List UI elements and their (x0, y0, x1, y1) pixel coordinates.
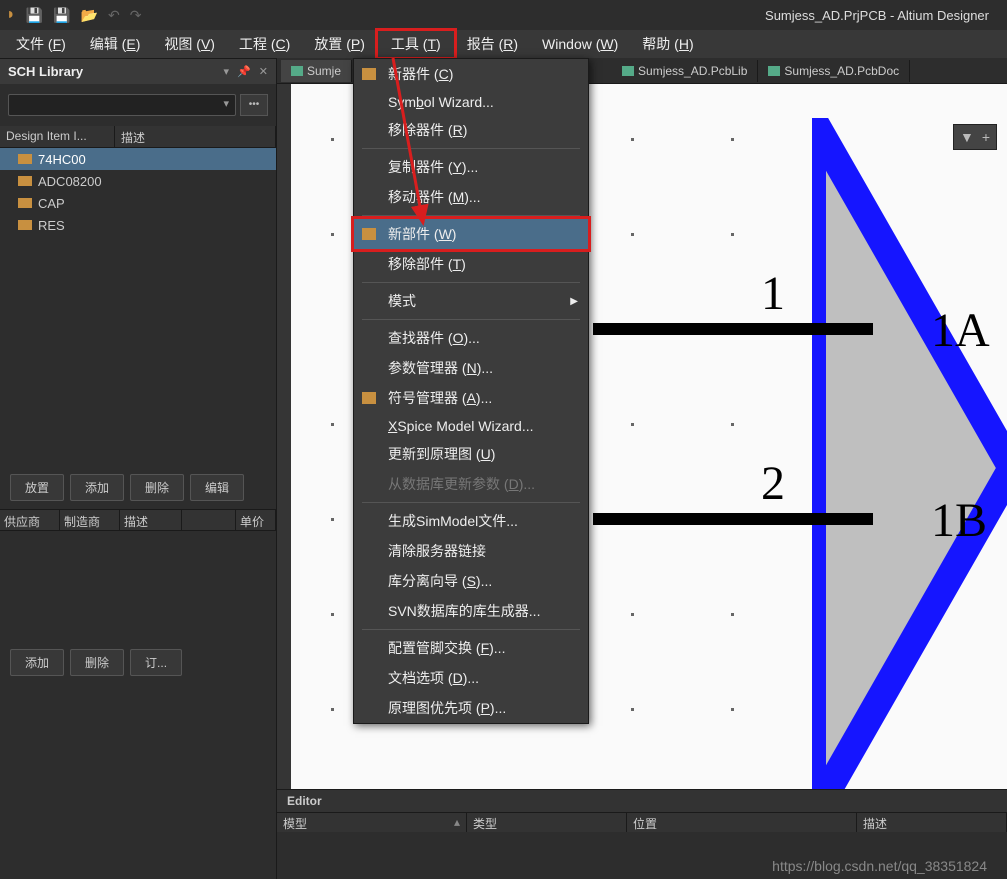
add2-button[interactable]: 添加 (10, 649, 64, 676)
panel-title: SCH Library (8, 64, 83, 79)
list-item[interactable]: RES (0, 214, 276, 236)
tools-dropdown: 新器件 (C) Symbol Wizard... 移除器件 (R) 复制器件 (… (353, 58, 589, 724)
list-item[interactable]: CAP (0, 192, 276, 214)
schlib-icon (291, 66, 303, 76)
sch-library-panel: SCH Library ▾ 📌 ✕ ••• Design Item I... 描… (0, 58, 277, 879)
menu-mode[interactable]: 模式▶ (354, 286, 588, 316)
col-location[interactable]: 位置 (627, 813, 857, 832)
add-button[interactable]: 添加 (70, 474, 124, 501)
order-button[interactable]: 订... (130, 649, 182, 676)
list-item[interactable]: ADC08200 (0, 170, 276, 192)
menubar: 文件 (F) 编辑 (E) 视图 (V) 工程 (C) 放置 (P) 工具 (T… (0, 30, 1007, 58)
menu-pin-swap[interactable]: 配置管脚交换 (F)... (354, 633, 588, 663)
delete2-button[interactable]: 删除 (70, 649, 124, 676)
pin-2-label: 1B (931, 493, 987, 548)
pin-1-number: 1 (761, 266, 785, 321)
component-icon (18, 198, 32, 208)
menu-doc-options[interactable]: 文档选项 (D)... (354, 663, 588, 693)
altium-logo-icon: ◗ (6, 6, 16, 24)
pin-1-line (593, 323, 873, 335)
menu-new-component[interactable]: 新器件 (C) (354, 59, 588, 89)
close-icon[interactable]: ✕ (259, 65, 268, 78)
menu-param-manager[interactable]: 参数管理器 (N)... (354, 353, 588, 383)
tab-pcbdoc[interactable]: Sumjess_AD.PcbDoc (758, 60, 910, 82)
component-icon (362, 68, 376, 80)
menu-clear-server[interactable]: 清除服务器链接 (354, 536, 588, 566)
col-desc[interactable]: 描述 (857, 813, 1007, 832)
gate-shape (812, 118, 1007, 789)
window-title: Sumjess_AD.PrjPCB - Altium Designer (765, 8, 999, 23)
pcbdoc-icon (768, 66, 780, 76)
redo-icon[interactable]: ↷ (130, 7, 142, 24)
pin-2-line (593, 513, 873, 525)
menu-sch-prefs[interactable]: 原理图优先项 (P)... (354, 693, 588, 723)
col-model[interactable]: 模型 ▴ (277, 813, 467, 832)
menu-tools[interactable]: 工具 (T) (377, 30, 455, 58)
editor-title: Editor (277, 790, 1007, 812)
undo-icon[interactable]: ↶ (108, 7, 120, 24)
pin-1-label: 1A (931, 303, 990, 358)
menu-new-part[interactable]: 新部件 (W) (354, 219, 588, 249)
place-button[interactable]: 放置 (10, 474, 64, 501)
menu-lib-split[interactable]: 库分离向导 (S)... (354, 566, 588, 596)
menu-symbol-wizard[interactable]: Symbol Wizard... (354, 89, 588, 115)
menu-edit[interactable]: 编辑 (E) (78, 30, 153, 58)
pcblib-icon (622, 66, 634, 76)
menu-view[interactable]: 视图 (V) (152, 30, 227, 58)
watermark: https://blog.csdn.net/qq_38351824 (772, 858, 987, 874)
save-all-icon[interactable]: 💾 (53, 7, 70, 24)
col-description[interactable]: 描述 (115, 126, 276, 147)
col-blank[interactable] (182, 510, 236, 530)
list-item[interactable]: 74HC00 (0, 148, 276, 170)
menu-move-component[interactable]: 移动器件 (M)... (354, 182, 588, 212)
pin-icon[interactable]: 📌 (237, 65, 251, 78)
panel-header: SCH Library ▾ 📌 ✕ (0, 58, 276, 84)
col-supplier[interactable]: 供应商 (0, 510, 60, 530)
tab-schlib[interactable]: Sumje (281, 60, 352, 82)
col-type[interactable]: 类型 (467, 813, 627, 832)
folder-icon (362, 392, 376, 404)
component-icon (18, 220, 32, 230)
menu-help[interactable]: 帮助 (H) (630, 30, 705, 58)
menu-place[interactable]: 放置 (P) (302, 30, 377, 58)
menu-project[interactable]: 工程 (C) (227, 30, 302, 58)
menu-window[interactable]: Window (W) (530, 32, 630, 56)
open-icon[interactable]: 📂 (81, 7, 98, 24)
supplier-grid-header: 供应商 制造商 描述 单价 (0, 509, 276, 531)
menu-find-component[interactable]: 查找器件 (O)... (354, 323, 588, 353)
filter-button[interactable]: ••• (240, 94, 268, 116)
pin-2-number: 2 (761, 456, 785, 511)
menu-xspice[interactable]: XSpice Model Wizard... (354, 413, 588, 439)
component-list: 74HC00 ADC08200 CAP RES (0, 148, 276, 236)
filter-combo[interactable] (8, 94, 236, 116)
component-icon (18, 154, 32, 164)
menu-update-sch[interactable]: 更新到原理图 (U) (354, 439, 588, 469)
col-manufacturer[interactable]: 制造商 (60, 510, 120, 530)
titlebar: ◗ 💾 💾 📂 ↶ ↷ Sumjess_AD.PrjPCB - Altium D… (0, 0, 1007, 30)
menu-file[interactable]: 文件 (F) (4, 30, 78, 58)
menu-symbol-manager[interactable]: 符号管理器 (A)... (354, 383, 588, 413)
edit-button[interactable]: 编辑 (190, 474, 244, 501)
submenu-arrow-icon: ▶ (570, 296, 578, 307)
part-icon (362, 228, 376, 240)
col-desc[interactable]: 描述 (120, 510, 182, 530)
panel-menu-icon[interactable]: ▾ (224, 65, 230, 78)
tab-pcblib[interactable]: Sumjess_AD.PcbLib (612, 60, 758, 82)
save-icon[interactable]: 💾 (26, 7, 43, 24)
col-design-item[interactable]: Design Item I... (0, 126, 115, 147)
menu-copy-component[interactable]: 复制器件 (Y)... (354, 152, 588, 182)
menu-remove-component[interactable]: 移除器件 (R) (354, 115, 588, 145)
component-list-header: Design Item I... 描述 (0, 126, 276, 148)
titlebar-toolbar: ◗ 💾 💾 📂 ↶ ↷ (6, 6, 141, 24)
menu-gen-simmodel[interactable]: 生成SimModel文件... (354, 506, 588, 536)
col-price[interactable]: 单价 (236, 510, 276, 530)
component-icon (18, 176, 32, 186)
menu-report[interactable]: 报告 (R) (455, 30, 530, 58)
menu-remove-part[interactable]: 移除部件 (T) (354, 249, 588, 279)
menu-svn-lib[interactable]: SVN数据库的库生成器... (354, 596, 588, 626)
menu-update-db: 从数据库更新参数 (D)... (354, 469, 588, 499)
delete-button[interactable]: 删除 (130, 474, 184, 501)
